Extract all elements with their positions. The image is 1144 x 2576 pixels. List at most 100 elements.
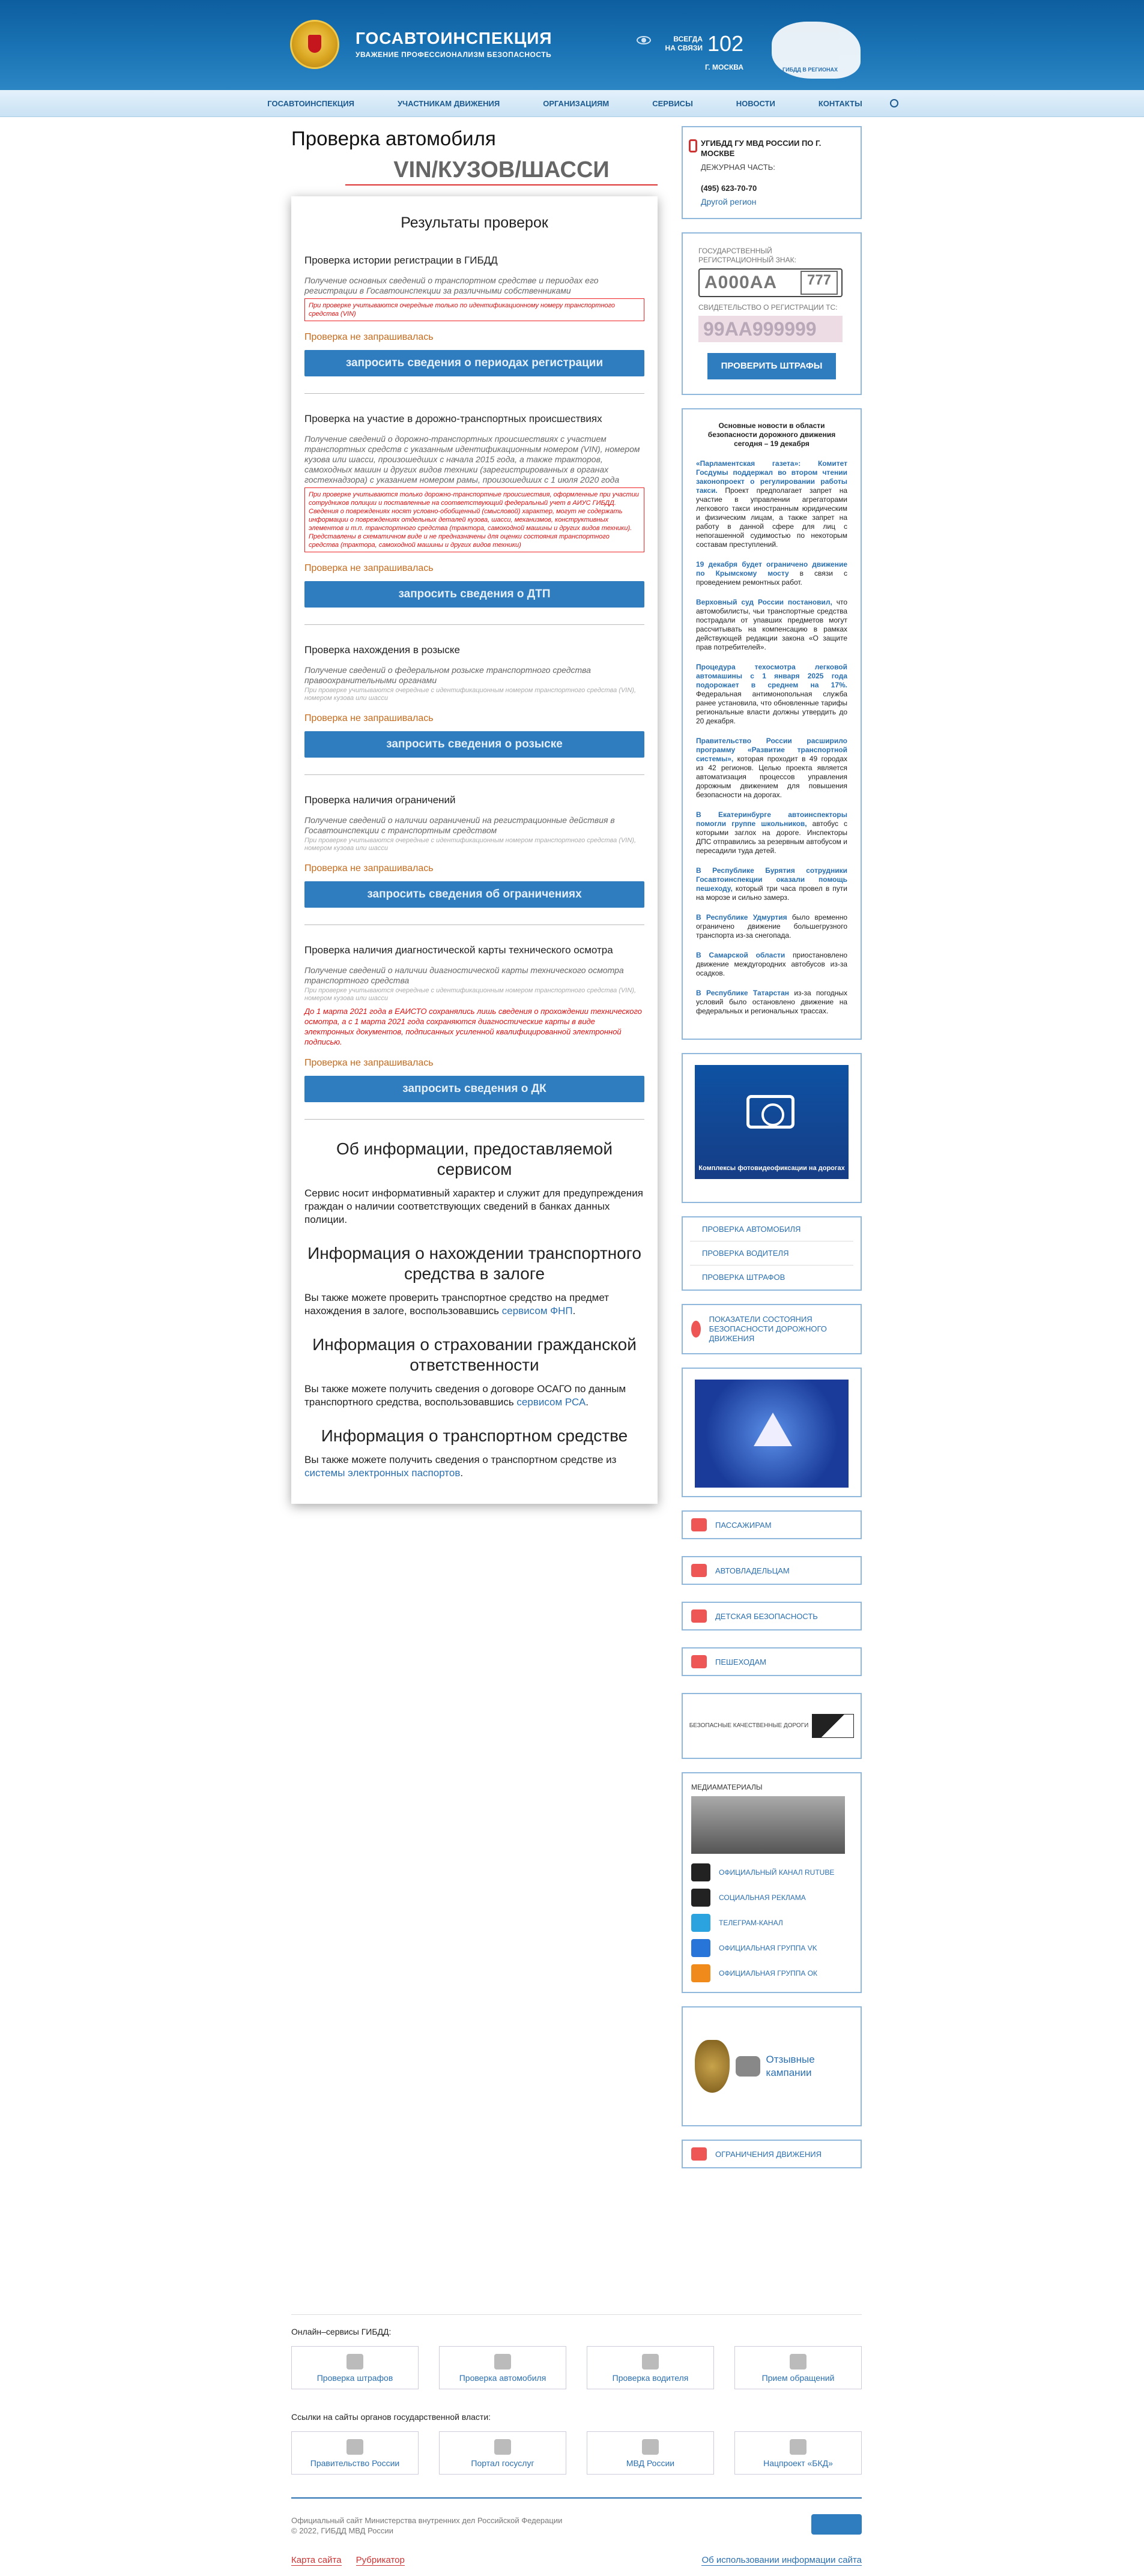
request-dtp-button[interactable]: запросить сведения о ДТП [304,581,644,608]
tile-appeals[interactable]: Прием обращений [734,2346,862,2389]
brand[interactable]: ГОСАВТОИНСПЕКЦИЯ УВАЖЕНИЕ ПРОФЕССИОНАЛИЗ… [356,29,552,59]
other-region-link[interactable]: Другой регион [701,197,852,207]
info-heading: Об информации, предоставляемой сервисом [336,1139,613,1178]
appeal-icon [790,2354,807,2369]
news-item: Верховный суд России постановил, что авт… [696,598,847,651]
sitemap-link[interactable]: Карта сайта [291,2555,342,2566]
plate-region: 777 [800,271,838,295]
rutube-link[interactable]: ОФИЦИАЛЬНЫЙ КАНАЛ RUTUBE [691,1860,852,1885]
gavel-icon [347,2354,363,2369]
search-icon[interactable] [889,99,898,107]
city-selector[interactable]: Г. МОСКВА [705,63,743,71]
media-photo[interactable] [691,1796,845,1854]
rsa-link[interactable]: сервисом РСА [516,1396,586,1408]
russia-map-icon[interactable]: ГИБДД В РЕГИОНАХ [772,22,861,79]
car-icon [735,2056,760,2077]
check-dtp: Проверка на участие в дорожно-транспортн… [304,413,644,625]
link-check-fines[interactable]: ПРОВЕРКА ШТРАФОВ [690,1265,853,1290]
footer-links: Карта сайта Рубрикатор Об использовании и… [291,2555,862,2566]
warning-banner[interactable] [682,1368,862,1497]
camera-icon [746,1095,794,1129]
section-car-owners[interactable]: АВТОВЛАДЕЛЬЦАМ [682,1556,862,1585]
news-item: Процедура техосмотра легковой автомашины… [696,663,847,725]
link-check-car[interactable]: ПРОВЕРКА АВТОМОБИЛЯ [690,1217,853,1241]
fines-box: ГОСУДАРСТВЕННЫЙ РЕГИСТРАЦИОННЫЙ ЗНАК: А0… [682,232,862,395]
reg-plate-input[interactable]: А000АА 777 [698,268,843,297]
cone-icon [691,2147,707,2161]
check-desc: Получение сведений о федеральном розыске… [304,665,591,685]
check-status: Проверка не запрашивалась [304,863,434,873]
traffic-restrictions-link[interactable]: ОГРАНИЧЕНИЯ ДВИЖЕНИЯ [682,2140,862,2168]
request-registration-button[interactable]: запросить сведения о периодах регистраци… [304,350,644,376]
reg-plate-label: ГОСУДАРСТВЕННЫЙ РЕГИСТРАЦИОННЫЙ ЗНАК: [698,247,796,264]
nav-item-gosavtoinspekciya[interactable]: ГОСАВТОИНСПЕКЦИЯ [267,99,354,108]
section-child-safety[interactable]: ДЕТСКАЯ БЕЗОПАСНОСТЬ [682,1602,862,1630]
tile-mvd[interactable]: МВД России [587,2431,714,2475]
tile-check-driver[interactable]: Проверка водителя [587,2346,714,2389]
tile-bkd[interactable]: Нацпроект «БКД» [734,2431,862,2475]
emblem-icon [695,2040,730,2093]
mvd-eagle-icon [642,2439,659,2455]
rubricator-link[interactable]: Рубрикатор [356,2555,405,2566]
footer-bottom: Официальный сайт Министерства внутренних… [291,2497,862,2566]
main-nav: ГОСАВТОИНСПЕКЦИЯ УЧАСТНИКАМ ДВИЖЕНИЯ ОРГ… [0,90,1144,117]
request-restrictions-button[interactable]: запросить сведения об ограничениях [304,881,644,908]
eye-icon[interactable] [637,36,651,44]
cert-input[interactable]: 99АА999999 [698,316,843,342]
results-card: Результаты проверок Проверка истории рег… [291,196,658,1504]
foto-fixation-banner[interactable]: Комплексы фотовидеофиксации на дорогах [682,1053,862,1203]
warning-triangle-icon [754,1413,792,1446]
check-status: Проверка не запрашивалась [304,1058,434,1068]
warning-banner-image [695,1380,849,1488]
info-text: Вы также можете получить сведения о тран… [304,1454,617,1479]
news-item: В Республике Удмуртия было временно огра… [696,913,847,940]
service-info: Об информации, предоставляемой сервисом … [304,1139,644,1480]
main-content: Проверка автомобиля VIN/КУЗОВ/ШАССИ Резу… [291,127,658,1504]
tile-gosuslugi[interactable]: Портал госуслуг [439,2431,566,2475]
news-item: 19 декабря будет ограничено движение по … [696,560,847,587]
check-title: Проверка наличия ограничений [304,794,456,806]
shield-badge-icon[interactable] [811,2514,862,2535]
vin-field-label[interactable]: VIN/КУЗОВ/ШАССИ [345,157,658,186]
nav-item-contacts[interactable]: КОНТАКТЫ [819,99,862,108]
gibdd-emblem-logo[interactable] [290,20,339,69]
tile-check-car[interactable]: Проверка автомобиля [439,2346,566,2389]
fnp-link[interactable]: сервисом ФНП [502,1305,573,1317]
sidebar: УГИБДД ГУ МВД РОССИИ ПО Г. МОСКВЕ ДЕЖУРН… [682,126,862,2185]
social-ads-link[interactable]: СОЦИАЛЬНАЯ РЕКЛАМА [691,1885,852,1910]
nav-item-services[interactable]: СЕРВИСЫ [652,99,693,108]
tile-government[interactable]: Правительство России [291,2431,419,2475]
link-check-driver[interactable]: ПРОВЕРКА ВОДИТЕЛЯ [690,1241,853,1265]
check-fines-button[interactable]: ПРОВЕРИТЬ ШТРАФЫ [707,353,836,379]
telegram-link[interactable]: ТЕЛЕГРАМ-КАНАЛ [691,1910,852,1935]
ok-icon [691,1964,710,1982]
check-desc: Получение сведений о наличии ограничений… [304,815,615,835]
check-diagnostic: Проверка наличия диагностической карты т… [304,944,644,1120]
safety-indicators-link[interactable]: ПОКАЗАТЕЛИ СОСТОЯНИЯ БЕЗОПАСНОСТИ ДОРОЖН… [682,1304,862,1354]
recall-campaigns-banner[interactable]: Отзывные кампании [682,2006,862,2126]
nav-item-participants[interactable]: УЧАСТНИКАМ ДВИЖЕНИЯ [398,99,500,108]
usage-info-link[interactable]: Об использовании информации сайта [701,2555,862,2566]
brand-slogan: УВАЖЕНИЕ ПРОФЕССИОНАЛИЗМ БЕЗОПАСНОСТЬ [356,50,552,59]
online-services-label: Онлайн–сервисы ГИБДД: [291,2327,392,2336]
passenger-icon [691,1518,707,1531]
check-note: При проверке учитываются очередные с иде… [304,687,637,702]
contact-title: УГИБДД ГУ МВД РОССИИ ПО Г. МОСКВЕ [701,139,822,158]
tile-check-fines[interactable]: Проверка штрафов [291,2346,419,2389]
check-restrictions: Проверка наличия ограничений Получение с… [304,794,644,925]
safe-roads-banner[interactable]: БЕЗОПАСНЫЕ КАЧЕСТВЕННЫЕ ДОРОГИ [682,1693,862,1759]
section-passengers[interactable]: ПАССАЖИРАМ [682,1510,862,1539]
section-pedestrians[interactable]: ПЕШЕХОДАМ [682,1647,862,1676]
ok-link[interactable]: ОФИЦИАЛЬНАЯ ГРУППА ОК [691,1961,852,1986]
info-text: Вы также можете получить сведения о дого… [304,1383,626,1408]
request-wanted-button[interactable]: запросить сведения о розыске [304,731,644,758]
brand-title: ГОСАВТОИНСПЕКЦИЯ [356,29,552,47]
info-heading: Информация о страховании гражданской отв… [312,1335,637,1374]
vk-link[interactable]: ОФИЦИАЛЬНАЯ ГРУППА VK [691,1935,852,1961]
epts-link[interactable]: системы электронных паспортов [304,1467,460,1479]
nav-item-organizations[interactable]: ОРГАНИЗАЦИЯМ [543,99,609,108]
nav-item-news[interactable]: НОВОСТИ [736,99,775,108]
vk-icon [691,1939,710,1957]
check-note: При проверке учитываются очередные с иде… [304,987,637,1002]
request-dk-button[interactable]: запросить сведения о ДК [304,1076,644,1102]
